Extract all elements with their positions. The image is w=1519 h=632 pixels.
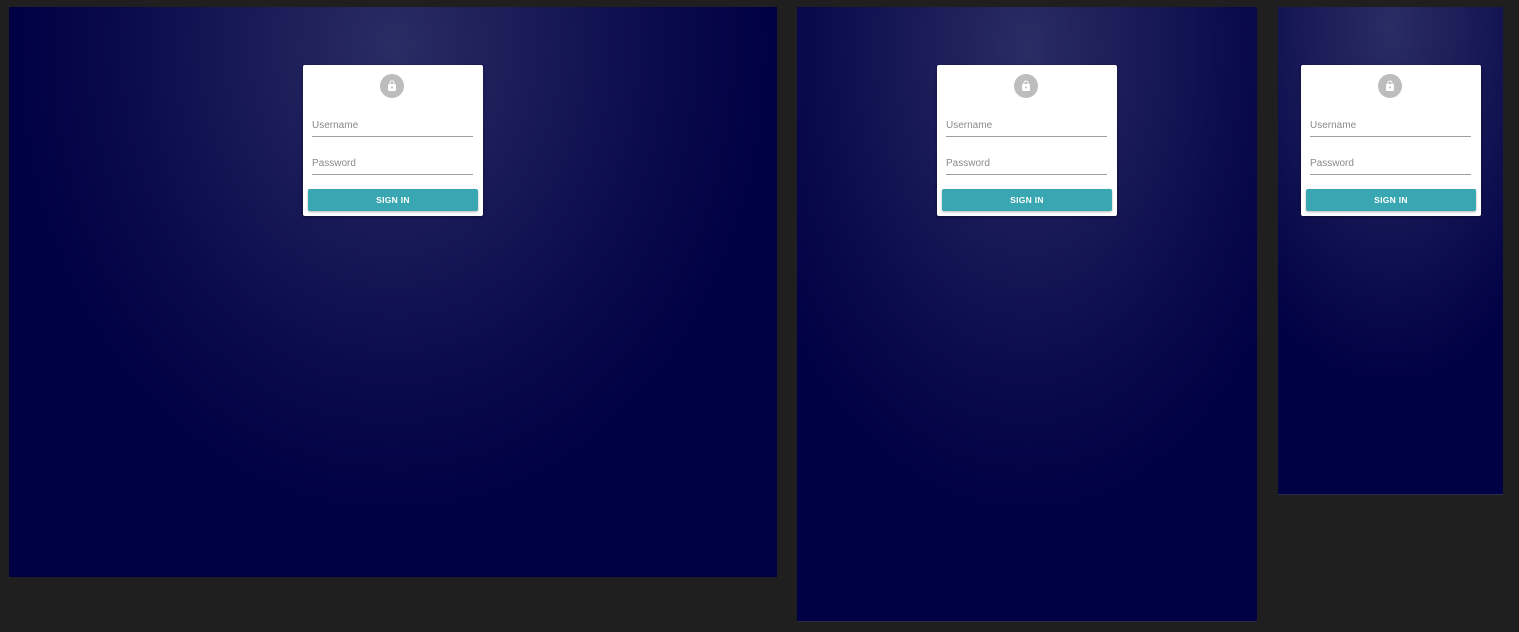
username-placeholder: Username <box>1310 120 1357 131</box>
login-card: Username Password SIGN IN <box>1301 65 1481 216</box>
lock-icon <box>1022 80 1030 91</box>
username-field[interactable]: Username <box>946 118 1107 137</box>
username-placeholder: Username <box>312 120 359 131</box>
sign-in-button[interactable]: SIGN IN <box>942 189 1112 211</box>
preview-canvas: Username Password SIGN IN Username Passw… <box>0 0 1519 632</box>
password-field[interactable]: Password <box>1310 156 1471 175</box>
mobile-viewport: Username Password SIGN IN <box>1278 7 1503 495</box>
password-placeholder: Password <box>946 158 990 169</box>
tablet-viewport: Username Password SIGN IN <box>797 7 1257 622</box>
lock-avatar <box>1014 74 1038 98</box>
lock-icon <box>388 80 396 91</box>
username-field[interactable]: Username <box>312 118 473 137</box>
lock-icon <box>1386 80 1394 91</box>
username-field[interactable]: Username <box>1310 118 1471 137</box>
lock-avatar <box>380 74 404 98</box>
lock-avatar <box>1378 74 1402 98</box>
password-placeholder: Password <box>312 158 356 169</box>
password-field[interactable]: Password <box>946 156 1107 175</box>
sign-in-button[interactable]: SIGN IN <box>1306 189 1476 211</box>
login-card: Username Password SIGN IN <box>937 65 1117 216</box>
password-field[interactable]: Password <box>312 156 473 175</box>
password-placeholder: Password <box>1310 158 1354 169</box>
sign-in-button[interactable]: SIGN IN <box>308 189 478 211</box>
login-card: Username Password SIGN IN <box>303 65 483 216</box>
desktop-viewport: Username Password SIGN IN <box>9 7 777 577</box>
username-placeholder: Username <box>946 120 993 131</box>
